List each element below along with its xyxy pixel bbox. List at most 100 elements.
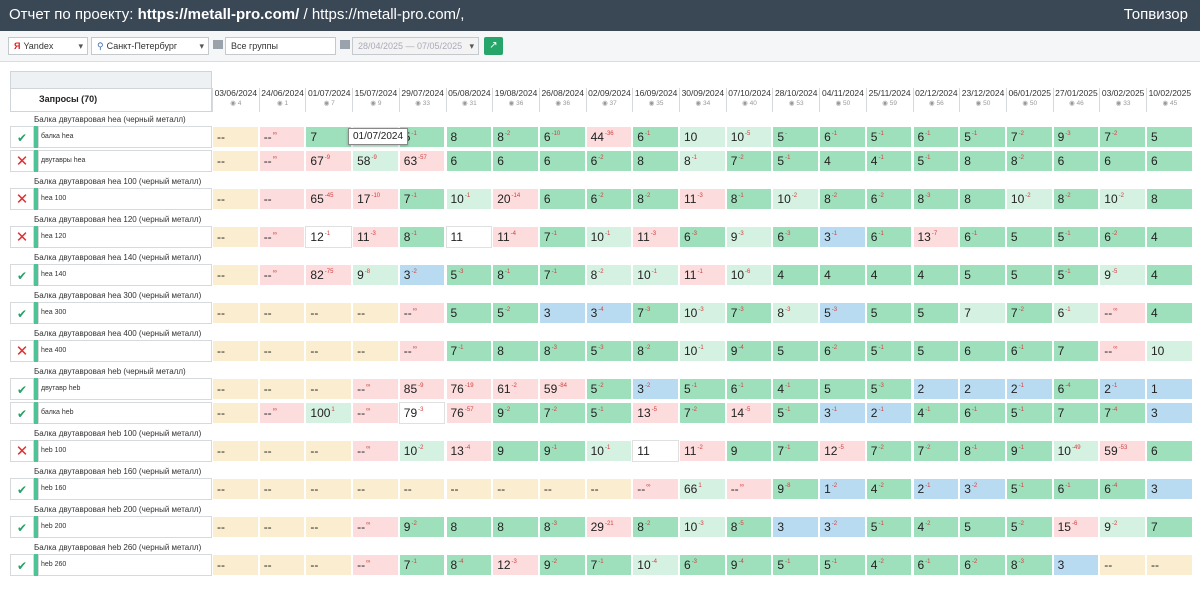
position-cell[interactable]: 7-2 (538, 402, 586, 424)
position-cell[interactable]: 7-3 (632, 302, 679, 324)
position-cell[interactable]: 6 (445, 150, 493, 172)
position-cell[interactable]: 6-3 (679, 226, 726, 248)
position-cell[interactable]: 5 (865, 302, 913, 324)
position-cell[interactable]: --∞ (1099, 302, 1146, 324)
position-cell[interactable]: 8 (959, 150, 1006, 172)
position-cell[interactable]: 76-19 (445, 378, 493, 400)
position-cell[interactable]: 11-2 (679, 440, 726, 462)
position-cell[interactable]: -- (445, 478, 493, 500)
position-cell[interactable]: 6-1 (1052, 302, 1100, 324)
position-cell[interactable]: 4-1 (912, 402, 960, 424)
position-cell[interactable]: 4 (772, 264, 820, 286)
position-cell[interactable]: 2-1 (865, 402, 913, 424)
position-cell[interactable]: 63-57 (398, 150, 446, 172)
position-cell[interactable]: 7-2 (725, 150, 773, 172)
cross-icon[interactable]: ✕ (10, 188, 34, 210)
position-cell[interactable]: 7-2 (1005, 302, 1053, 324)
position-cell[interactable]: 10-3 (679, 302, 726, 324)
position-cell[interactable]: --∞ (258, 402, 306, 424)
position-cell[interactable]: 10-1 (679, 340, 726, 362)
position-cell[interactable]: -- (305, 554, 353, 576)
position-cell[interactable]: 11 (632, 440, 679, 462)
check-icon[interactable]: ✔ (10, 126, 34, 148)
position-cell[interactable]: 7 (1052, 340, 1100, 362)
position-cell[interactable]: -- (212, 226, 259, 248)
position-cell[interactable]: 8-5 (725, 516, 773, 538)
position-cell[interactable]: -- (258, 554, 306, 576)
position-cell[interactable]: 6-2 (1099, 226, 1146, 248)
position-cell[interactable]: 7 (1052, 402, 1100, 424)
date-column-header[interactable]: 02/09/2024 ◉ 37 (585, 88, 633, 112)
position-cell[interactable]: 9-8 (352, 264, 399, 286)
position-cell[interactable]: --∞ (725, 478, 773, 500)
position-cell[interactable]: -- (352, 478, 399, 500)
position-cell[interactable]: -- (492, 478, 539, 500)
position-cell[interactable]: 8-2 (1005, 150, 1053, 172)
date-column-header[interactable]: 29/07/2024 ◉ 33 (398, 88, 446, 112)
cross-icon[interactable]: ✕ (10, 150, 34, 172)
position-cell[interactable]: 6-1 (1052, 478, 1100, 500)
position-cell[interactable]: 3-1 (819, 402, 866, 424)
position-cell[interactable]: -- (585, 478, 633, 500)
position-cell[interactable]: 13-4 (445, 440, 493, 462)
position-cell[interactable]: 7-2 (679, 402, 726, 424)
position-cell[interactable]: 4 (912, 264, 960, 286)
position-cell[interactable]: 4-2 (865, 478, 913, 500)
position-cell[interactable]: -- (212, 478, 259, 500)
position-cell[interactable]: -- (305, 378, 353, 400)
query-name[interactable]: hea 400 (38, 340, 212, 362)
date-column-header[interactable]: 10/02/2025 ◉ 45 (1146, 88, 1193, 112)
position-cell[interactable]: 10-4 (632, 554, 679, 576)
date-column-header[interactable]: 26/08/2024 ◉ 36 (538, 88, 586, 112)
position-cell[interactable]: 4 (819, 150, 866, 172)
position-cell[interactable]: 6-2 (865, 188, 913, 210)
date-column-header[interactable]: 02/12/2024 ◉ 56 (912, 88, 960, 112)
position-cell[interactable]: -- (258, 188, 306, 210)
position-cell[interactable]: 4-2 (865, 554, 913, 576)
position-cell[interactable]: 6 (1146, 150, 1193, 172)
region-select[interactable]: ⚲ Санкт-Петербург ▾ (91, 37, 209, 55)
position-cell[interactable]: 5 (445, 302, 493, 324)
position-cell[interactable]: 11-1 (679, 264, 726, 286)
position-cell[interactable]: 6-1 (1005, 340, 1053, 362)
position-cell[interactable]: 8-2 (585, 264, 633, 286)
query-name[interactable]: двутавр heb (38, 378, 212, 400)
position-cell[interactable]: 5-1 (1052, 264, 1100, 286)
position-cell[interactable]: 5 (912, 340, 960, 362)
date-column-header[interactable]: 28/10/2024 ◉ 53 (772, 88, 820, 112)
position-cell[interactable]: 6-1 (632, 126, 679, 148)
position-cell[interactable]: 8-2 (819, 188, 866, 210)
cross-icon[interactable]: ✕ (10, 340, 34, 362)
date-column-header[interactable]: 27/01/2025 ◉ 46 (1052, 88, 1100, 112)
position-cell[interactable]: 10 (679, 126, 726, 148)
position-cell[interactable]: 8 (1146, 188, 1193, 210)
position-cell[interactable]: --∞ (258, 150, 306, 172)
position-cell[interactable]: 7-2 (1005, 126, 1053, 148)
position-cell[interactable]: -- (212, 264, 259, 286)
position-cell[interactable]: -- (538, 478, 586, 500)
position-cell[interactable]: -- (212, 302, 259, 324)
check-icon[interactable]: ✔ (10, 378, 34, 400)
position-cell[interactable]: 3-2 (959, 478, 1006, 500)
position-cell[interactable]: 17-10 (352, 188, 399, 210)
check-icon[interactable]: ✔ (10, 302, 34, 324)
position-cell[interactable]: -- (305, 440, 353, 462)
position-cell[interactable]: 6-1 (959, 226, 1006, 248)
position-cell[interactable]: --∞ (352, 378, 399, 400)
position-cell[interactable]: 8-1 (492, 264, 539, 286)
position-cell[interactable]: 14-5 (725, 402, 773, 424)
position-cell[interactable]: 15-6 (1052, 516, 1100, 538)
position-cell[interactable]: 9-2 (1099, 516, 1146, 538)
position-cell[interactable]: 8-4 (445, 554, 493, 576)
position-cell[interactable]: 20-14 (492, 188, 539, 210)
position-cell[interactable]: 5-1 (959, 126, 1006, 148)
position-cell[interactable]: --∞ (398, 302, 446, 324)
position-cell[interactable]: 1 (1146, 378, 1193, 400)
position-cell[interactable]: 4 (1146, 302, 1193, 324)
position-cell[interactable]: -- (305, 302, 353, 324)
position-cell[interactable]: 8 (959, 188, 1006, 210)
check-icon[interactable]: ✔ (10, 516, 34, 538)
date-column-header[interactable]: 01/07/2024 ◉ 7 (305, 88, 353, 112)
position-cell[interactable]: 6 (959, 340, 1006, 362)
position-cell[interactable]: 10-2 (398, 440, 446, 462)
